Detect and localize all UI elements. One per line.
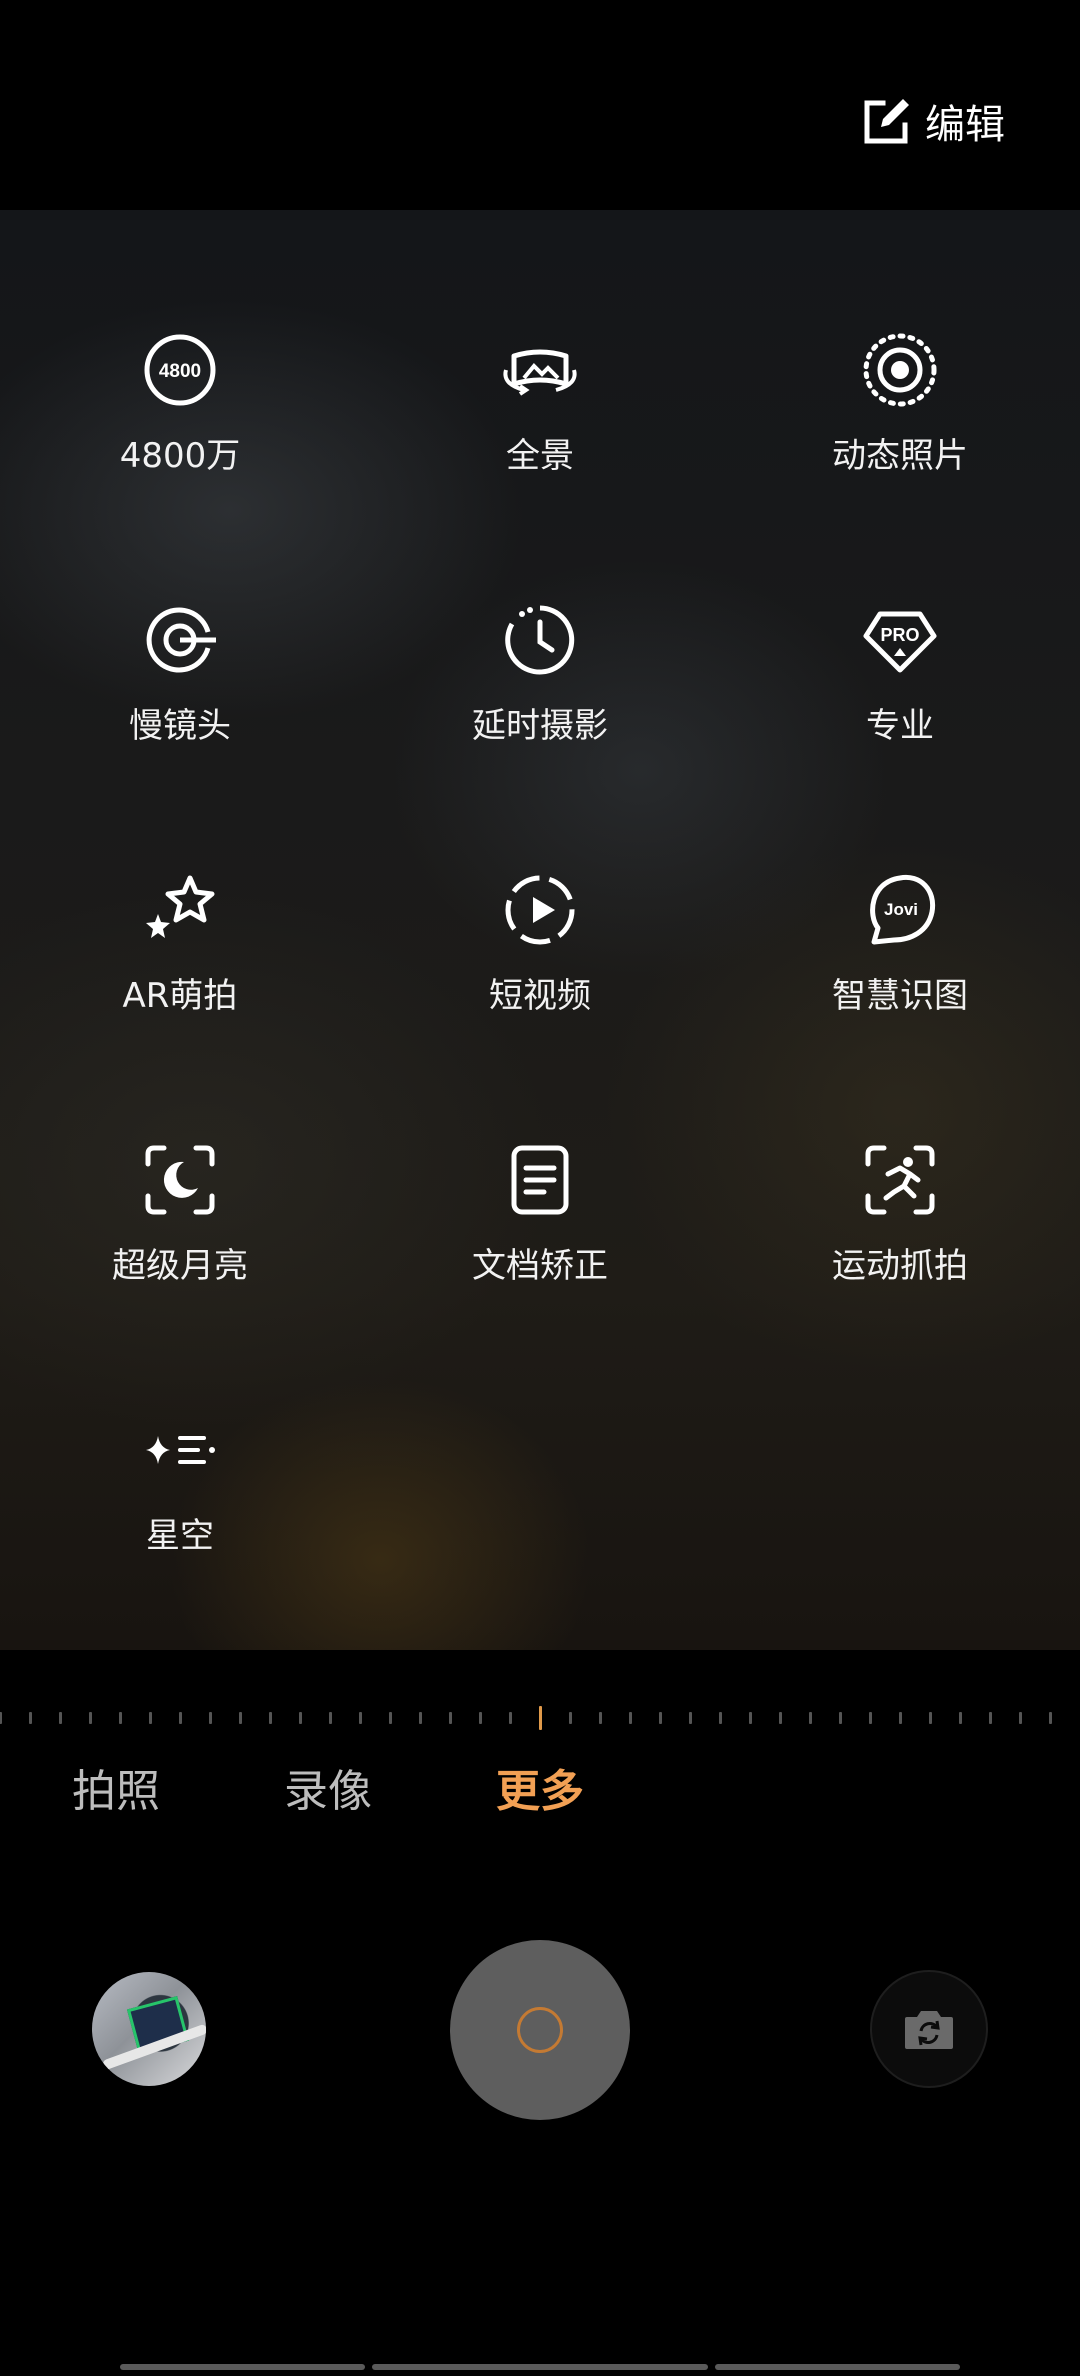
sport-snap-icon — [860, 1140, 940, 1220]
gallery-thumbnail[interactable] — [92, 1972, 206, 2086]
ruler-tick — [269, 1712, 272, 1724]
ruler-tick — [0, 1712, 2, 1724]
ruler-tick — [239, 1712, 242, 1724]
gesture-bar-left — [120, 2364, 365, 2370]
mode-label: 全景 — [506, 436, 574, 476]
document-icon — [500, 1140, 580, 1220]
edit-button[interactable]: 编辑 — [861, 92, 1005, 150]
ruler-tick — [809, 1712, 812, 1724]
mode-label: 星空 — [146, 1516, 214, 1556]
ruler-tick — [119, 1712, 122, 1724]
short-video-icon — [500, 870, 580, 950]
ruler-tick — [59, 1712, 62, 1724]
panorama-icon — [500, 330, 580, 410]
mode-label: 文档矫正 — [472, 1246, 608, 1286]
ruler-tick — [959, 1712, 962, 1724]
mode-tabs: 拍照 录像 更多 — [0, 1755, 1080, 1825]
mode-48mp[interactable]: 4800 4800万 — [30, 330, 330, 530]
ruler-tick — [479, 1712, 482, 1724]
shutter-button[interactable] — [450, 1940, 630, 2120]
shutter-ring — [517, 2007, 563, 2053]
mode-panorama[interactable]: 全景 — [390, 330, 690, 530]
ruler-tick — [449, 1712, 452, 1724]
ruler-tick — [569, 1712, 572, 1724]
ruler-tick — [839, 1712, 842, 1724]
ruler-tick — [599, 1712, 602, 1724]
switch-camera-button[interactable] — [870, 1970, 988, 2088]
mode-label: 4800万 — [119, 436, 241, 476]
ruler-tick — [659, 1712, 662, 1724]
ruler-tick — [89, 1712, 92, 1724]
48mp-icon: 4800 — [140, 330, 220, 410]
starry-sky-icon — [140, 1410, 220, 1490]
ruler-tick — [1019, 1712, 1022, 1724]
mode-super-moon[interactable]: 超级月亮 — [30, 1140, 330, 1340]
mode-sport-snap[interactable]: 运动抓拍 — [750, 1140, 1050, 1340]
mode-label: 慢镜头 — [129, 706, 231, 746]
ruler-tick — [329, 1712, 332, 1724]
ruler-tick — [719, 1712, 722, 1724]
edit-icon — [864, 99, 909, 144]
mode-live-photo[interactable]: 动态照片 — [750, 330, 1050, 530]
time-lapse-icon — [500, 600, 580, 680]
tab-photo[interactable]: 拍照 — [72, 1755, 160, 1819]
ruler-tick — [29, 1712, 32, 1724]
mode-jovi[interactable]: Jovi 智慧识图 — [750, 870, 1050, 1070]
mode-short-video[interactable]: 短视频 — [390, 870, 690, 1070]
mode-label: 超级月亮 — [112, 1246, 248, 1286]
ruler-tick — [629, 1712, 632, 1724]
ruler-tick — [869, 1712, 872, 1724]
mode-starry-sky[interactable]: 星空 — [30, 1410, 330, 1610]
mode-label: 智慧识图 — [832, 976, 968, 1016]
mode-ruler[interactable] — [0, 1700, 1080, 1730]
modes-panel: 4800 4800万 全景 动态照片 慢镜头 延时摄影 PRO 专业 AR萌拍 … — [0, 210, 1080, 1650]
mode-label: 动态照片 — [832, 436, 968, 476]
ruler-tick — [899, 1712, 902, 1724]
ruler-tick — [359, 1712, 362, 1724]
live-photo-icon — [860, 330, 940, 410]
ruler-tick — [179, 1712, 182, 1724]
ruler-tick — [509, 1712, 512, 1724]
ruler-tick — [989, 1712, 992, 1724]
svg-text:4800: 4800 — [159, 361, 201, 382]
ruler-tick — [929, 1712, 932, 1724]
mode-ar[interactable]: AR萌拍 — [30, 870, 330, 1070]
mode-label: AR萌拍 — [122, 976, 238, 1016]
ruler-tick — [389, 1712, 392, 1724]
mode-pro[interactable]: PRO 专业 — [750, 600, 1050, 800]
super-moon-icon — [140, 1140, 220, 1220]
tab-video[interactable]: 录像 — [284, 1755, 372, 1819]
mode-document[interactable]: 文档矫正 — [390, 1140, 690, 1340]
mode-slow-motion[interactable]: 慢镜头 — [30, 600, 330, 800]
svg-text:PRO: PRO — [880, 625, 919, 645]
ruler-tick — [1049, 1712, 1052, 1724]
ar-stars-icon — [140, 870, 220, 950]
edit-label: 编辑 — [925, 102, 1005, 148]
ruler-tick — [419, 1712, 422, 1724]
ruler-indicator — [539, 1706, 542, 1730]
ruler-tick — [779, 1712, 782, 1724]
ruler-tick — [209, 1712, 212, 1724]
tab-more[interactable]: 更多 — [496, 1755, 584, 1819]
mode-label: 运动抓拍 — [832, 1246, 968, 1286]
top-bar: 编辑 — [0, 0, 1080, 210]
switch-camera-icon — [905, 2011, 953, 2049]
camera-more-modes-screen: 编辑 4800 4800万 全景 动态照片 慢镜头 延时摄影 PRO 专业 AR… — [0, 0, 1080, 2376]
mode-label: 短视频 — [489, 976, 591, 1016]
mode-time-lapse[interactable]: 延时摄影 — [390, 600, 690, 800]
gesture-bar-right — [715, 2364, 960, 2370]
gesture-bar-center — [372, 2364, 708, 2370]
jovi-icon: Jovi — [860, 870, 940, 950]
ruler-tick — [149, 1712, 152, 1724]
ruler-tick — [749, 1712, 752, 1724]
svg-text:Jovi: Jovi — [884, 900, 918, 919]
mode-label: 专业 — [866, 706, 934, 746]
ruler-tick — [689, 1712, 692, 1724]
mode-label: 延时摄影 — [472, 706, 608, 746]
ruler-tick — [299, 1712, 302, 1724]
pro-icon: PRO — [860, 600, 940, 680]
slow-motion-icon — [140, 600, 220, 680]
